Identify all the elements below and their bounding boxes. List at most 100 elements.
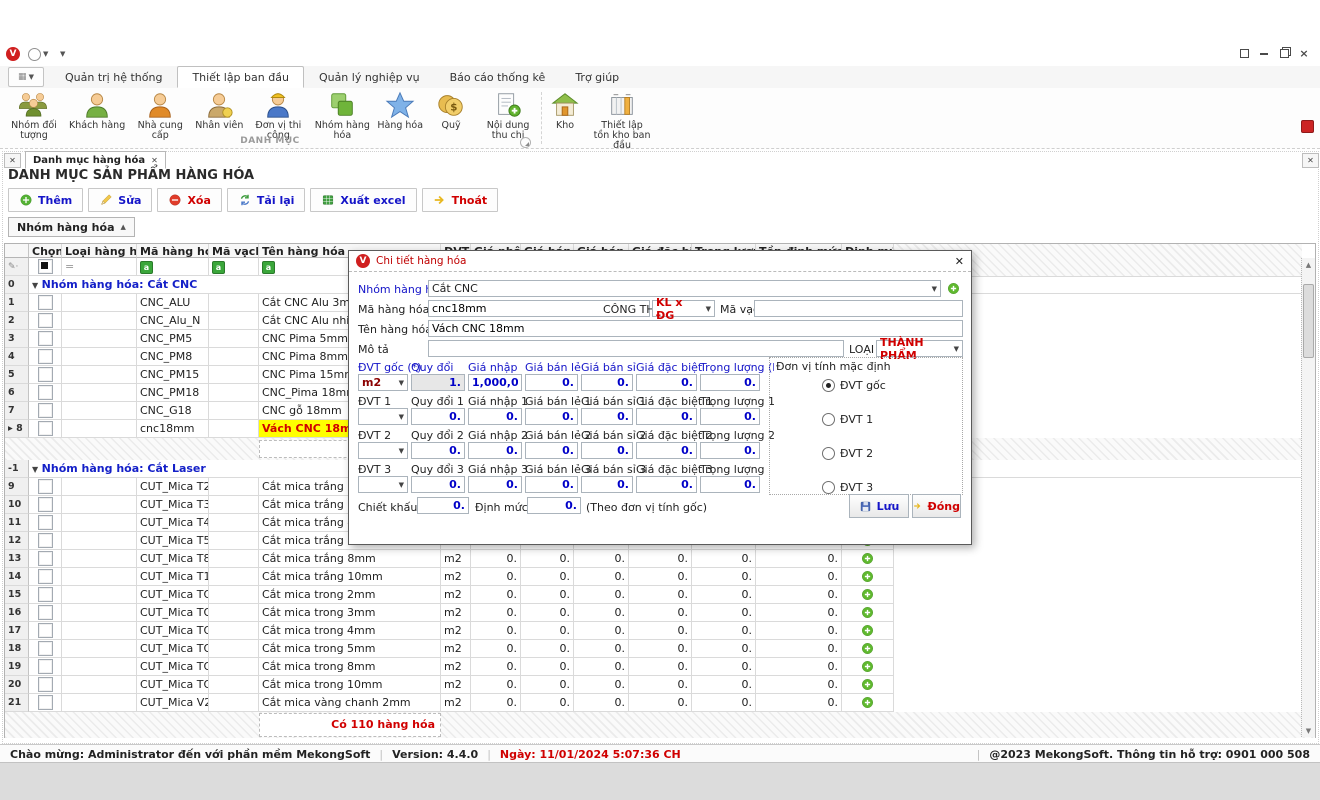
minstock-input[interactable] <box>527 497 581 514</box>
unit-field-3-2[interactable] <box>525 476 578 493</box>
chevron-down-icon[interactable]: ▼ <box>43 50 48 58</box>
edit-button[interactable]: Sửa <box>88 188 152 212</box>
cell-chon[interactable] <box>29 586 62 604</box>
cell-chon[interactable] <box>29 420 62 438</box>
row-checkbox[interactable] <box>38 551 53 566</box>
cell-chon[interactable] <box>29 478 62 496</box>
cell-chon[interactable] <box>29 658 62 676</box>
cell-dinh-muc-add[interactable] <box>842 694 894 712</box>
row-checkbox[interactable] <box>38 403 53 418</box>
tabstrip-close-icon[interactable]: ✕ <box>1302 153 1319 168</box>
table-row[interactable]: 20CUT_Mica TO...Cắt mica trong 10mmm20.0… <box>5 676 1315 694</box>
group-by-chip[interactable]: Nhóm hàng hóa ▲ <box>8 217 135 237</box>
add-group-icon[interactable] <box>947 282 960 295</box>
unit-field-2-5[interactable] <box>700 442 760 459</box>
unit-field-3-5[interactable] <box>700 476 760 493</box>
cell-chon[interactable] <box>29 496 62 514</box>
row-checkbox[interactable] <box>38 569 53 584</box>
unit-combo-3[interactable]: ▼ <box>358 476 408 493</box>
radio-đvt-1[interactable]: ĐVT 1 <box>822 413 873 426</box>
close-window-icon[interactable]: × <box>1296 47 1312 60</box>
cell-chon[interactable] <box>29 384 62 402</box>
cell-chon[interactable] <box>29 676 62 694</box>
row-checkbox[interactable] <box>38 641 53 656</box>
row-checkbox[interactable] <box>38 605 53 620</box>
cell-chon[interactable] <box>29 622 62 640</box>
unit-combo-2[interactable]: ▼ <box>358 442 408 459</box>
unit-combo-1[interactable]: ▼ <box>358 408 408 425</box>
row-checkbox[interactable] <box>38 385 53 400</box>
close-all-tabs-icon[interactable]: ✕ <box>4 153 21 168</box>
refresh-button[interactable]: Tải lại <box>227 188 306 212</box>
maximize-icon[interactable] <box>1276 47 1292 60</box>
ribbon-tab-3[interactable]: Báo cáo thống kê <box>435 66 561 88</box>
unit-combo-0[interactable]: m2▼ <box>358 374 408 391</box>
column-header-3[interactable]: Mã hàng hóa <box>137 244 209 258</box>
type-combo[interactable]: THÀNH PHẨM ▼ <box>876 340 963 357</box>
row-checkbox[interactable] <box>38 497 53 512</box>
discount-input[interactable] <box>417 497 469 514</box>
collapse-icon[interactable]: ▼ <box>32 281 38 290</box>
ribbon-item-warehouse[interactable]: Kho <box>540 89 590 151</box>
ribbon-tab-2[interactable]: Quản lý nghiệp vụ <box>304 66 435 88</box>
formula-combo[interactable]: KL x ĐG ▼ <box>652 300 715 317</box>
quick-access-overflow-icon[interactable]: ▼ <box>60 50 65 58</box>
filter-ma-hang-hoa[interactable]: a <box>137 258 209 276</box>
cell-dinh-muc-add[interactable] <box>842 586 894 604</box>
vertical-scrollbar[interactable]: ▲ ▼ <box>1301 258 1315 737</box>
filter-chon[interactable] <box>29 258 62 276</box>
row-checkbox[interactable] <box>38 313 53 328</box>
cell-chon[interactable] <box>29 294 62 312</box>
quick-access-button[interactable] <box>28 48 41 64</box>
collapse-icon[interactable]: ▼ <box>32 465 38 474</box>
scroll-down-icon[interactable]: ▼ <box>1302 724 1315 737</box>
add-button[interactable]: Thêm <box>8 188 83 212</box>
table-row[interactable]: 21CUT_Mica V2Cắt mica vàng chanh 2mmm20.… <box>5 694 1315 712</box>
unit-field-1-1[interactable] <box>468 408 522 425</box>
filter-ma-vach[interactable]: a <box>209 258 259 276</box>
cell-chon[interactable] <box>29 514 62 532</box>
excel-button[interactable]: Xuất excel <box>310 188 416 212</box>
cell-chon[interactable] <box>29 640 62 658</box>
row-checkbox[interactable] <box>38 331 53 346</box>
dialog-title-bar[interactable]: V Chi tiết hàng hóa ✕ <box>349 251 971 272</box>
cell-chon[interactable] <box>29 694 62 712</box>
dialog-close-icon[interactable]: ✕ <box>955 255 964 268</box>
desc-input[interactable] <box>428 340 844 357</box>
group-dialog-launcher-icon[interactable] <box>520 137 531 148</box>
save-button[interactable]: Lưu <box>849 494 909 518</box>
row-checkbox[interactable] <box>38 677 53 692</box>
unit-field-0-4[interactable] <box>636 374 697 391</box>
unit-field-1-2[interactable] <box>525 408 578 425</box>
table-row[interactable]: 18CUT_Mica TO5Cắt mica trong 5mmm20.0.0.… <box>5 640 1315 658</box>
group-combo[interactable]: Cắt CNC ▼ <box>428 280 941 297</box>
unit-field-2-0[interactable] <box>411 442 465 459</box>
column-header-4[interactable]: Mã vạch <box>209 244 259 258</box>
ribbon-tab-1[interactable]: Thiết lập ban đầu <box>177 66 304 88</box>
unit-field-0-5[interactable] <box>700 374 760 391</box>
close-tab-icon[interactable]: ✕ <box>151 156 158 165</box>
row-checkbox[interactable] <box>38 479 53 494</box>
row-checkbox[interactable] <box>38 623 53 638</box>
exit-button[interactable]: Thoát <box>422 188 499 212</box>
row-checkbox[interactable] <box>38 515 53 530</box>
unit-field-2-2[interactable] <box>525 442 578 459</box>
row-checkbox[interactable] <box>38 659 53 674</box>
cell-chon[interactable] <box>29 568 62 586</box>
scrollbar-thumb[interactable] <box>1303 284 1314 358</box>
ribbon-item-initial-stock[interactable]: Thiết lập tồn kho ban đầu <box>590 89 654 151</box>
scroll-up-icon[interactable]: ▲ <box>1302 258 1315 271</box>
ribbon-tab-4[interactable]: Trợ giúp <box>560 66 634 88</box>
unit-field-3-4[interactable] <box>636 476 697 493</box>
unit-field-3-1[interactable] <box>468 476 522 493</box>
ribbon-app-button[interactable]: ▦ ▼ <box>8 67 44 87</box>
fit-window-icon[interactable] <box>1236 47 1252 60</box>
cell-dinh-muc-add[interactable] <box>842 658 894 676</box>
minimize-icon[interactable] <box>1256 47 1272 60</box>
filter-loai[interactable]: = <box>62 258 137 276</box>
unit-field-2-1[interactable] <box>468 442 522 459</box>
cell-dinh-muc-add[interactable] <box>842 568 894 586</box>
row-checkbox[interactable] <box>38 367 53 382</box>
unit-field-1-5[interactable] <box>700 408 760 425</box>
name-input[interactable] <box>428 320 963 337</box>
